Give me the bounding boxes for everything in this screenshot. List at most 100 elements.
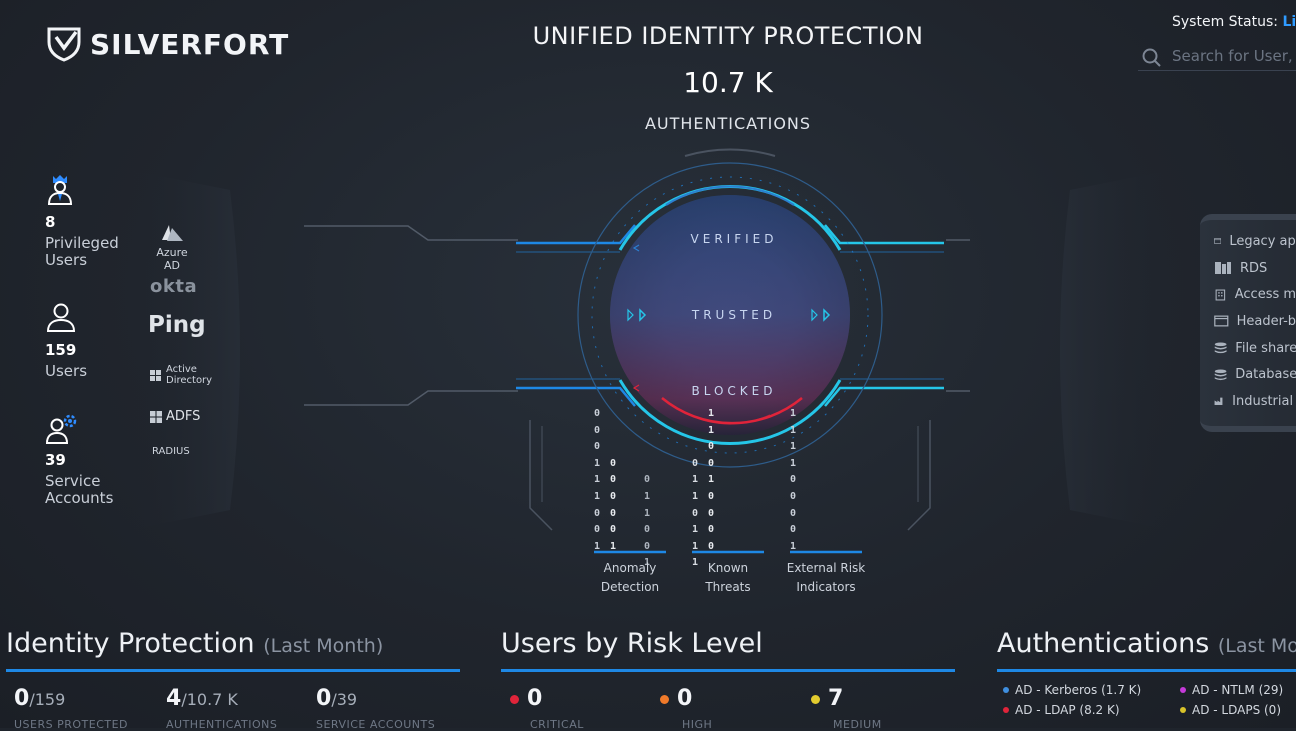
external-risk-line1: External Risk [786,561,866,575]
server-icon [1215,262,1231,275]
authentications-value: 4 [166,686,182,711]
risk-medium-value: 7 [828,686,844,711]
active-directory-logo: Active Directory [150,364,212,386]
risk-high-value: 0 [677,686,693,711]
resource-item-databases[interactable]: Databases [1214,361,1296,388]
service-accounts-total: /39 [331,690,358,709]
ring-verified-label: VERIFIED [690,232,778,246]
radius-label: RADIUS [152,446,190,457]
service-accounts-kpi-label: SERVICE ACCOUNTS [316,718,436,731]
ring-trusted-label: TRUSTED [691,308,777,322]
resource-label: Industrial s [1232,393,1296,409]
auth-kerberos-label: AD - Kerberos (1.7 K) [1015,683,1142,697]
page-title: UNIFIED IDENTITY PROTECTION [532,22,924,50]
users-text: 159 Users [45,342,87,380]
adfs-logo: ADFS [150,409,200,424]
service-account-icon [45,414,77,444]
risk-critical-kpi[interactable]: 0 [510,686,542,711]
azure-icon [162,225,183,241]
privileged-users-label-2: Users [45,251,88,269]
authentications-total: /10.7 K [181,690,238,709]
external-risk-line2: Indicators [796,580,856,594]
risk-high-kpi[interactable]: 0 [660,686,692,711]
kerberos-dot [1003,687,1009,693]
search-icon [1142,48,1161,67]
risk-medium-kpi[interactable]: 7 [811,686,843,711]
ring-blocked-label: BLOCKED [691,384,777,398]
auth-ntlm-label: AD - NTLM (29) [1192,683,1284,697]
authentications-kpi[interactable]: 4/10.7 K [166,686,238,711]
binary-stream-6: 1 1 1 1 0 0 0 0 1 [790,408,797,552]
database-icon [1214,369,1227,380]
okta-logo: okta [150,276,198,297]
active-directory-label-2: Directory [166,375,213,386]
resource-item-industrial[interactable]: Industrial s [1214,388,1296,415]
users-count: 159 [45,341,77,359]
identity-protection-title: Identity Protection (Last Month) [6,628,383,659]
search-input[interactable] [1170,46,1296,66]
users-stat[interactable] [46,302,76,336]
building-icon [1215,289,1226,301]
authentications-period: (Last Month) [1217,635,1296,657]
privileged-users-label-1: Privileged [45,234,119,252]
resource-item-rds[interactable]: RDS [1214,255,1296,282]
auth-ldaps[interactable]: AD - LDAPS (0) [1180,703,1281,717]
ldaps-dot [1180,707,1186,713]
auth-kerberos[interactable]: AD - Kerberos (1.7 K) [1003,683,1141,697]
resource-item-access-management[interactable]: Access ma [1214,281,1296,308]
windows-icon [150,369,161,381]
azure-ad-label: Azure AD [156,246,188,272]
risk-high-label: HIGH [682,718,713,731]
critical-dot [510,694,519,704]
ldap-dot [1003,707,1009,713]
system-status-label: System Status: [1172,14,1278,30]
anomaly-detection-label: Anomaly Detection [590,559,670,597]
windows-icon [150,410,162,423]
service-accounts-kpi[interactable]: 0/39 [316,686,357,711]
external-risk-label: External Risk Indicators [780,559,872,597]
search-box[interactable] [1138,44,1296,71]
identity-protection-period: (Last Month) [263,635,384,657]
service-accounts-label-1: Service [45,472,101,490]
authentications-heading: Authentications [997,628,1210,659]
risk-critical-value: 0 [527,686,543,711]
user-icon [46,303,76,332]
privileged-users-stat[interactable] [46,174,74,210]
authentication-count: 10.7 K [683,66,773,99]
users-protected-kpi[interactable]: 0/159 [14,686,65,711]
ntlm-dot [1180,687,1186,693]
resource-label: RDS [1240,260,1268,276]
resource-item-header-based[interactable]: Header-ba [1214,308,1296,335]
anomaly-detection-line2: Detection [600,580,660,594]
resource-item-legacy-apps[interactable]: Legacy app [1214,228,1296,255]
users-protected-value: 0 [14,686,30,711]
users-protected-total: /159 [29,690,66,709]
privileged-users-count: 8 [45,213,56,231]
anomaly-detection-line1: Anomaly [603,561,657,575]
service-accounts-text: 39 Service Accounts [45,452,113,507]
authentication-subtitle: AUTHENTICATIONS [644,114,812,133]
service-accounts-stat[interactable] [45,412,80,448]
risk-critical-label: CRITICAL [530,718,584,731]
users-label: Users [45,362,88,380]
protection-ring-graphic [304,148,970,554]
active-directory-label-1: Active [166,364,197,375]
resource-label: File shares [1235,340,1296,356]
factory-icon [1214,398,1223,406]
window-icon [1214,315,1229,327]
binary-stream-5: 1 1 0 0 1 0 0 0 0 [708,408,715,552]
identity-protection-divider [6,669,460,672]
resource-item-file-shares[interactable]: File shares [1214,335,1296,362]
auth-ldap[interactable]: AD - LDAP (8.2 K) [1003,703,1120,717]
binary-stream-2: 0 0 0 0 0 1 [610,457,617,552]
resource-label: Databases [1235,367,1296,383]
binary-stream-4: 0 1 1 0 1 1 1 [692,457,699,569]
known-threats-line1: Known [707,561,749,575]
authentications-title: Authentications (Last Month) [997,628,1296,659]
adfs-label: ADFS [166,409,201,424]
privileged-user-icon [47,175,73,205]
auth-ntlm[interactable]: AD - NTLM (29) [1180,683,1283,697]
window-icon [1214,238,1222,245]
service-accounts-label-2: Accounts [45,489,114,507]
resource-label: Legacy app [1229,233,1296,249]
